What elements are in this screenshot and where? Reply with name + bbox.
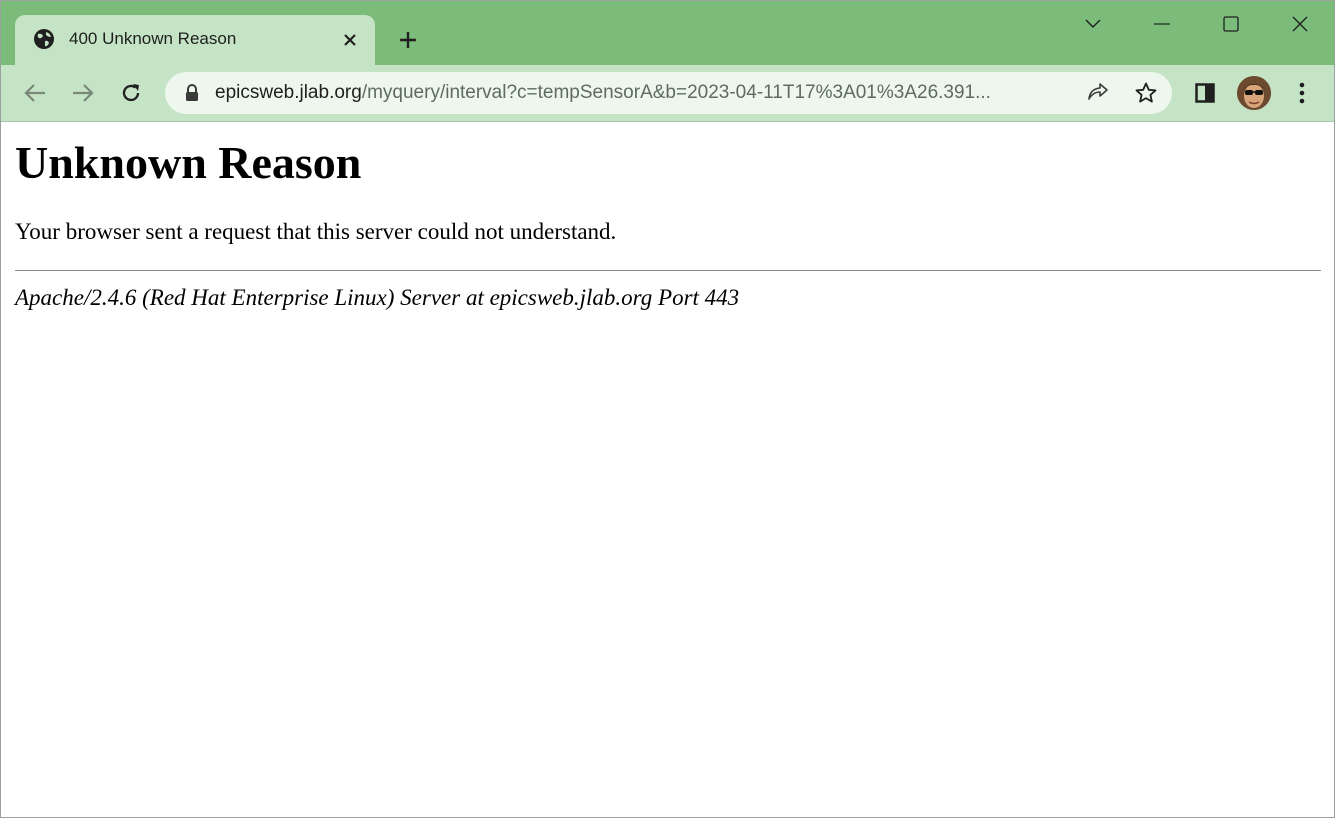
window-close-icon[interactable]: [1266, 1, 1334, 47]
browser-window: 400 Unknown Reason epicsweb.jlab.org/myq…: [0, 0, 1335, 818]
side-panel-icon[interactable]: [1188, 76, 1222, 110]
tab-strip: 400 Unknown Reason: [1, 1, 1334, 65]
avatar[interactable]: [1237, 76, 1271, 110]
url-text[interactable]: epicsweb.jlab.org/myquery/interval?c=tem…: [215, 82, 1071, 104]
globe-icon: [33, 28, 55, 50]
close-icon[interactable]: [337, 27, 363, 53]
divider: [15, 270, 1321, 271]
address-bar[interactable]: epicsweb.jlab.org/myquery/interval?c=tem…: [165, 72, 1172, 114]
page-title: Unknown Reason: [15, 137, 362, 188]
star-icon[interactable]: [1131, 78, 1161, 108]
chevron-down-icon[interactable]: [1059, 1, 1127, 47]
reload-icon[interactable]: [114, 76, 148, 110]
error-message: Your browser sent a request that this se…: [15, 219, 617, 244]
tab-title: 400 Unknown Reason: [69, 29, 237, 48]
back-icon[interactable]: [18, 76, 52, 110]
kebab-menu-icon[interactable]: [1285, 76, 1319, 110]
minimize-icon[interactable]: [1128, 1, 1196, 47]
share-icon[interactable]: [1083, 78, 1113, 108]
active-tab[interactable]: 400 Unknown Reason: [15, 15, 375, 65]
maximize-icon[interactable]: [1197, 1, 1265, 47]
plus-icon[interactable]: [393, 25, 423, 55]
browser-toolbar: epicsweb.jlab.org/myquery/interval?c=tem…: [1, 65, 1334, 122]
page-content: Unknown Reason Your browser sent a reque…: [1, 122, 1334, 817]
lock-icon[interactable]: [184, 84, 200, 102]
url-host: epicsweb.jlab.org: [215, 82, 362, 103]
url-path: /myquery/interval?c=tempSensorA&b=2023-0…: [361, 82, 991, 103]
forward-icon[interactable]: [66, 76, 100, 110]
server-signature: Apache/2.4.6 (Red Hat Enterprise Linux) …: [15, 285, 740, 310]
